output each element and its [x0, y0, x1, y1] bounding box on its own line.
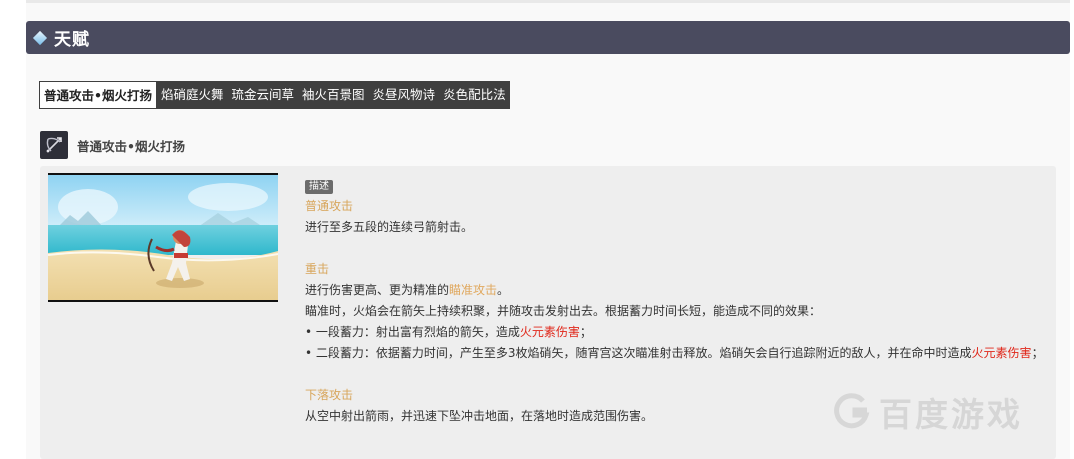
normal-attack-heading: 普通攻击 [305, 199, 354, 213]
pyro-dmg-keyword: 火元素伤害 [519, 325, 580, 339]
watermark: 百度游戏 [833, 388, 1023, 436]
tab-skill[interactable]: 焰硝庭火舞 [157, 81, 228, 109]
charged-line-1: 进行伤害更高、更为精准的瞄准攻击。 [305, 283, 510, 297]
attack-preview-image[interactable] [48, 173, 278, 302]
section-header: 天赋 [26, 21, 1070, 54]
description-badge: 描述 [305, 180, 333, 194]
charged-attack-heading: 重击 [305, 262, 330, 276]
normal-attack-text: 进行至多五段的连续弓箭射击。 [305, 220, 474, 234]
tab-passive-3[interactable]: 炎色配比法 [439, 81, 510, 109]
tab-burst[interactable]: 琉金云间草 [228, 81, 299, 109]
tab-normal-attack[interactable]: 普通攻击•烟火打扬 [39, 81, 157, 109]
tab-passive-2[interactable]: 炎昼风物诗 [369, 81, 440, 109]
tab-passive-1[interactable]: 袖火百景图 [298, 81, 369, 109]
pyro-dmg-keyword: 火元素伤害 [971, 346, 1032, 360]
section-title: 天赋 [54, 30, 90, 50]
charged-line-4: • 二段蓄力：依据蓄力时间，产生至多3枚焰硝矢，随宵宫这次瞄准射击释放。焰硝矢会… [305, 346, 1044, 360]
watermark-text: 百度游戏 [879, 395, 1023, 434]
skill-heading: 普通攻击•烟火打扬 [40, 131, 185, 159]
bow-attack-icon [40, 131, 68, 159]
talent-tabs: 普通攻击•烟火打扬 焰硝庭火舞 琉金云间草 袖火百景图 炎昼风物诗 炎色配比法 [39, 81, 510, 109]
baidu-game-logo-icon [834, 393, 870, 429]
skill-name: 普通攻击•烟火打扬 [77, 138, 185, 154]
diamond-icon [32, 30, 48, 45]
top-divider [26, 0, 1070, 3]
aimed-shot-link[interactable]: 瞄准攻击 [449, 283, 497, 297]
charged-line-2: 瞄准时，火焰会在箭矢上持续积聚，并随攻击发射出去。根据蓄力时间长短，能造成不同的… [305, 304, 822, 318]
charged-line-3: • 一段蓄力：射出富有烈焰的箭矢，造成火元素伤害； [305, 325, 592, 339]
